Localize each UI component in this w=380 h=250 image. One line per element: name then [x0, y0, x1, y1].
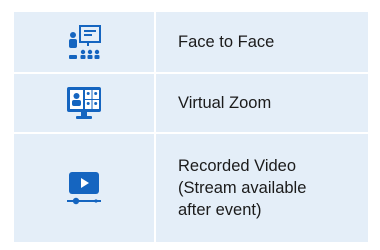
video-conference-icon	[65, 87, 103, 119]
delivery-label: Face to Face	[154, 10, 370, 74]
table-row: Virtual Zoom	[12, 72, 370, 134]
icon-cell	[12, 72, 156, 134]
delivery-label: Recorded Video (Stream available after e…	[154, 132, 370, 244]
table-row: Recorded Video (Stream available after e…	[12, 132, 370, 244]
video-player-icon	[65, 172, 103, 205]
label-line: Recorded Video	[178, 157, 297, 175]
icon-cell	[12, 132, 156, 244]
classroom-presentation-icon	[66, 25, 102, 59]
delivery-label: Virtual Zoom	[154, 72, 370, 134]
label-line: Virtual Zoom	[178, 94, 272, 112]
table-row: Face to Face	[12, 10, 370, 74]
label-line: Face to Face	[178, 33, 275, 51]
label-line: (Stream available	[178, 179, 307, 197]
delivery-options-table: Face to Face Virtual Zoom Recorded Video…	[12, 10, 370, 244]
icon-cell	[12, 10, 156, 74]
label-line: after event)	[178, 201, 262, 219]
